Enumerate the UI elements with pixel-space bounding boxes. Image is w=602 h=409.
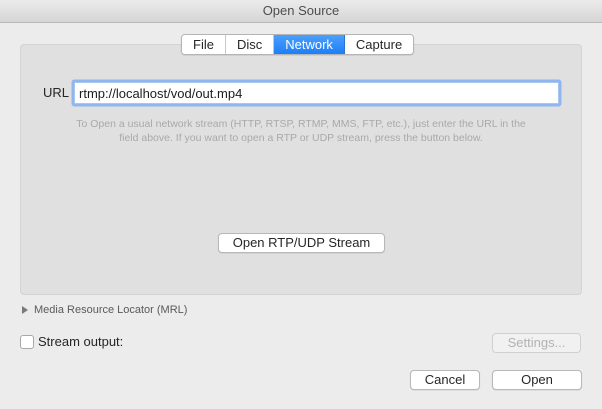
stream-output-label: Stream output:	[38, 334, 124, 349]
url-label: URL	[43, 85, 70, 100]
help-line-2: field above. If you want to open a RTP o…	[119, 132, 483, 144]
open-rtp-udp-stream-button[interactable]: Open RTP/UDP Stream	[218, 233, 385, 253]
window-title: Open Source	[0, 0, 602, 23]
tab-disc[interactable]: Disc	[225, 35, 275, 54]
tab-network[interactable]: Network	[274, 35, 345, 54]
stream-output-checkbox[interactable]	[20, 335, 34, 349]
settings-button[interactable]: Settings...	[492, 333, 581, 353]
cancel-button[interactable]: Cancel	[410, 370, 480, 390]
network-help-text: To Open a usual network stream (HTTP, RT…	[40, 117, 562, 145]
open-button[interactable]: Open	[492, 370, 582, 390]
open-source-dialog: Open Source File Disc Network Capture UR…	[0, 0, 602, 409]
help-line-1: To Open a usual network stream (HTTP, RT…	[76, 118, 526, 130]
tab-capture[interactable]: Capture	[344, 35, 414, 54]
mrl-disclosure[interactable]: Media Resource Locator (MRL)	[22, 303, 187, 317]
source-tabs: File Disc Network Capture	[181, 34, 415, 55]
url-input[interactable]	[74, 82, 559, 104]
tab-file[interactable]: File	[182, 35, 226, 54]
mrl-label: Media Resource Locator (MRL)	[34, 304, 188, 316]
disclosure-triangle-icon	[22, 306, 28, 314]
